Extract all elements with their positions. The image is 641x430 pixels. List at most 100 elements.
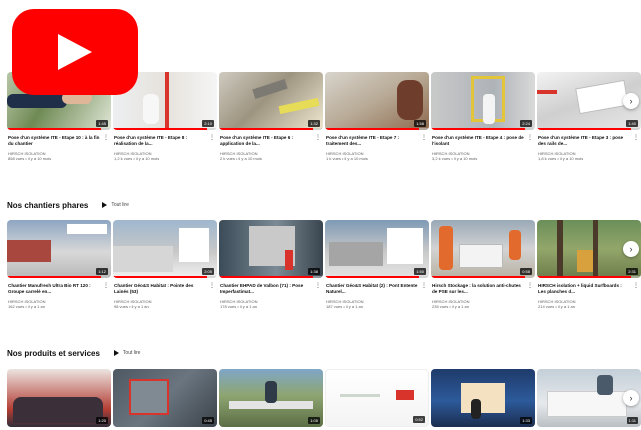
chevron-right-icon: › [629, 244, 633, 254]
video-row: 1:12 Chantier Manufresh Ultra Bio RT 120… [7, 220, 641, 309]
video-card[interactable]: 1:20 [7, 369, 111, 427]
more-options-icon[interactable]: ⋮ [209, 135, 215, 141]
play-all-label: Tout lire [122, 350, 141, 356]
video-stats: 2 k vues • il y a 10 mois [220, 156, 262, 161]
video-stats: 214 vues • il y a 1 an [538, 304, 575, 309]
video-card[interactable]: 1:32 Pose d'un système ITE - Etape 6 : a… [219, 72, 323, 161]
video-duration: 1:12 [96, 268, 108, 275]
video-title[interactable]: Pose d'un système ITE - Etape 10 : à la … [8, 135, 105, 147]
video-card[interactable]: 0:58 Hirsch Stockage : la solution anti-… [431, 220, 535, 309]
video-title[interactable]: Chantier Géo&S Habitat (2) : Pont Entent… [326, 283, 423, 295]
video-title[interactable]: Chantier EHPAD de Valbon (71) : Pose Imp… [220, 283, 317, 295]
more-options-icon[interactable]: ⋮ [315, 283, 321, 289]
video-title[interactable]: Pose d'un système ITE - Etape 4 : pose d… [432, 135, 529, 147]
video-title[interactable]: Hirsch Stockage : la solution anti-chute… [432, 283, 529, 295]
video-stats: 235 vues • il y a 1 an [432, 304, 469, 309]
section-title: Nos chantiers phares [7, 200, 89, 210]
video-thumbnail[interactable]: 1:12 [7, 220, 111, 278]
scroll-next-button[interactable]: › [623, 390, 639, 406]
video-stats: 1,8 k vues • il y a 10 mois [538, 156, 584, 161]
youtube-play-icon [58, 34, 92, 70]
video-duration: 1:45 [96, 120, 108, 127]
more-options-icon[interactable]: ⋮ [633, 135, 639, 141]
video-thumbnail[interactable]: 1:33 [431, 369, 535, 427]
video-card[interactable]: 2:31 HIRSCH isolation + liquid Surfboard… [537, 220, 641, 309]
more-options-icon[interactable]: ⋮ [527, 135, 533, 141]
video-duration: 0:45 [202, 417, 214, 424]
section-title: Nos produits et services [7, 348, 100, 358]
video-card[interactable]: 0:52 [325, 369, 429, 427]
more-options-icon[interactable]: ⋮ [421, 283, 427, 289]
video-stats: 98 vues • il y a 1 an [114, 304, 149, 309]
video-duration: 1:32 [308, 120, 320, 127]
play-all-button[interactable]: Tout lire [102, 202, 129, 208]
play-icon [113, 350, 119, 356]
video-card[interactable]: 1:12 Chantier Manufresh Ultra Bio RT 120… [7, 220, 111, 309]
video-thumbnail[interactable]: 1:32 [219, 72, 323, 130]
video-stats: 178 vues • il y a 1 an [220, 304, 257, 309]
video-duration: 1:50 [414, 268, 426, 275]
video-title[interactable]: Pose d'un système ITE - Etape 7 : traite… [326, 135, 423, 147]
video-title[interactable]: Pose d'un système ITE - Etape 6 : applic… [220, 135, 317, 147]
play-all-label: Tout lire [111, 202, 129, 208]
video-thumbnail[interactable]: 1:50 [325, 220, 429, 278]
more-options-icon[interactable]: ⋮ [421, 135, 427, 141]
video-duration: 1:20 [96, 417, 108, 424]
video-stats: 858 vues • il y a 10 mois [8, 156, 52, 161]
video-title[interactable]: HIRSCH isolation + liquid Surfboards : L… [538, 283, 635, 295]
video-thumbnail[interactable]: 2:05 [113, 220, 217, 278]
video-row: 1:20 0:45 1:05 0:52 1:33 1:11 [7, 369, 641, 427]
youtube-logo[interactable] [12, 9, 138, 95]
video-card[interactable]: 1:40 Pose d'un système ITE - Etape 3 : p… [537, 72, 641, 161]
video-thumbnail[interactable]: 0:52 [325, 369, 429, 427]
video-card[interactable]: 1:50 Chantier Géo&S Habitat (2) : Pont E… [325, 220, 429, 309]
video-stats: 187 vues • il y a 1 an [326, 304, 363, 309]
video-card[interactable]: 1:38 Chantier EHPAD de Valbon (71) : Pos… [219, 220, 323, 309]
video-title[interactable]: Pose d'un système ITE - Etape 3 : pose d… [538, 135, 635, 147]
video-duration: 2:05 [202, 268, 214, 275]
video-title[interactable]: Chantier Géo&S Habitat : Pointe des Lain… [114, 283, 211, 295]
video-duration: 2:31 [626, 268, 638, 275]
video-card[interactable]: 2:05 Chantier Géo&S Habitat : Pointe des… [113, 220, 217, 309]
more-options-icon[interactable]: ⋮ [103, 135, 109, 141]
video-thumbnail[interactable]: 1:58 [325, 72, 429, 130]
video-duration: 1:58 [414, 120, 426, 127]
video-duration: 1:40 [626, 120, 638, 127]
video-duration: 2:10 [202, 120, 214, 127]
more-options-icon[interactable]: ⋮ [633, 283, 639, 289]
video-card[interactable]: 2:24 Pose d'un système ITE - Etape 4 : p… [431, 72, 535, 161]
video-thumbnail[interactable]: 1:05 [219, 369, 323, 427]
video-card[interactable]: 1:58 Pose d'un système ITE - Etape 7 : t… [325, 72, 429, 161]
video-stats: 3,2 k vues • il y a 10 mois [432, 156, 478, 161]
video-thumbnail[interactable]: 1:38 [219, 220, 323, 278]
more-options-icon[interactable]: ⋮ [315, 135, 321, 141]
video-stats: 1,2 k vues • il y a 10 mois [114, 156, 160, 161]
video-duration: 1:38 [308, 268, 320, 275]
video-title[interactable]: Chantier Manufresh Ultra Bio RT 120 : Gr… [8, 283, 105, 295]
video-title[interactable]: Pose d'un système ITE - Etape 8 : réalis… [114, 135, 211, 147]
video-card[interactable]: 1:05 [219, 369, 323, 427]
chevron-right-icon: › [629, 393, 633, 403]
video-thumbnail[interactable]: 0:45 [113, 369, 217, 427]
play-all-button[interactable]: Tout lire [113, 350, 141, 356]
video-card[interactable]: 0:45 [113, 369, 217, 427]
video-duration: 1:11 [626, 417, 638, 424]
video-card[interactable]: 1:33 [431, 369, 535, 427]
video-stats: 1 k vues • il y a 10 mois [326, 156, 368, 161]
video-duration: 1:05 [308, 417, 320, 424]
video-duration: 1:33 [520, 417, 532, 424]
scroll-next-button[interactable]: › [623, 93, 639, 109]
video-thumbnail[interactable]: 1:20 [7, 369, 111, 427]
video-stats: 162 vues • il y a 1 an [8, 304, 45, 309]
more-options-icon[interactable]: ⋮ [209, 283, 215, 289]
video-thumbnail[interactable]: 0:58 [431, 220, 535, 278]
play-icon [102, 202, 108, 208]
chevron-right-icon: › [629, 96, 633, 106]
video-duration: 2:24 [520, 120, 532, 127]
video-thumbnail[interactable]: 2:24 [431, 72, 535, 130]
video-duration: 0:58 [520, 268, 532, 275]
video-duration: 0:52 [413, 416, 425, 423]
more-options-icon[interactable]: ⋮ [527, 283, 533, 289]
more-options-icon[interactable]: ⋮ [103, 283, 109, 289]
scroll-next-button[interactable]: › [623, 241, 639, 257]
